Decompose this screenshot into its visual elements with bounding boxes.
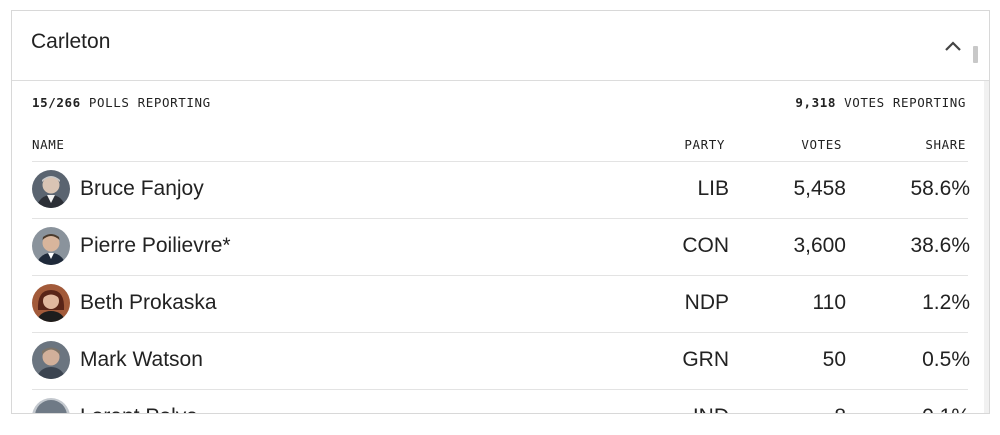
candidate-name: Lorant Polya [80, 405, 198, 413]
table-row: Beth Prokaska NDP 110 1.2% [32, 275, 970, 332]
candidate-list: Bruce Fanjoy LIB 5,458 58.6% Pierre Poil… [32, 161, 970, 413]
avatar [32, 170, 70, 208]
votes-count: 9,318 [795, 95, 836, 110]
scrollbar-track[interactable] [984, 81, 989, 413]
candidate-share: 0.1% [922, 405, 970, 413]
table-row: Lorant Polya IND 8 0.1% [32, 389, 970, 413]
candidate-party: IND [693, 405, 729, 413]
candidate-votes: 5,458 [793, 177, 846, 200]
avatar [32, 398, 70, 413]
avatar [32, 284, 70, 322]
table-row: Mark Watson GRN 50 0.5% [32, 332, 970, 389]
candidate-party: LIB [697, 177, 729, 200]
chevron-up-icon [945, 41, 961, 51]
avatar [32, 341, 70, 379]
candidate-name: Bruce Fanjoy [80, 177, 204, 200]
polls-count: 15/266 [32, 95, 81, 110]
polls-reporting: 15/266 POLLS REPORTING [32, 95, 211, 110]
candidate-name: Beth Prokaska [80, 291, 217, 314]
candidate-share: 38.6% [910, 234, 970, 257]
candidate-votes: 3,600 [793, 234, 846, 257]
column-header-party: PARTY [684, 137, 725, 152]
riding-results-card: Carleton 15/266 POLLS REPORTING 9,318 VO… [11, 10, 990, 414]
candidate-party: NDP [684, 291, 729, 314]
riding-title: Carleton [31, 30, 111, 53]
polls-label: POLLS REPORTING [88, 95, 211, 110]
candidate-votes: 8 [834, 405, 846, 413]
candidate-share: 1.2% [922, 291, 970, 314]
scrollbar-thumb[interactable] [973, 46, 978, 63]
candidate-party: CON [682, 234, 729, 257]
candidate-votes: 110 [812, 291, 846, 314]
candidate-share: 58.6% [910, 177, 970, 200]
results-content: 15/266 POLLS REPORTING 9,318 VOTES REPOR… [12, 81, 984, 413]
candidate-name: Mark Watson [80, 348, 203, 371]
column-header-share: SHARE [925, 137, 966, 152]
votes-label: VOTES REPORTING [844, 95, 966, 110]
avatar [32, 227, 70, 265]
collapse-button[interactable] [937, 30, 969, 62]
candidate-share: 0.5% [922, 348, 970, 371]
table-row: Pierre Poilievre* CON 3,600 38.6% [32, 218, 970, 275]
candidate-party: GRN [682, 348, 729, 371]
votes-reporting: 9,318 VOTES REPORTING [795, 95, 966, 110]
candidate-votes: 50 [822, 348, 846, 371]
card-header[interactable]: Carleton [12, 11, 989, 81]
column-header-name: NAME [32, 137, 65, 152]
column-header-votes: VOTES [801, 137, 842, 152]
table-row: Bruce Fanjoy LIB 5,458 58.6% [32, 161, 970, 218]
candidate-name: Pierre Poilievre* [80, 234, 231, 257]
